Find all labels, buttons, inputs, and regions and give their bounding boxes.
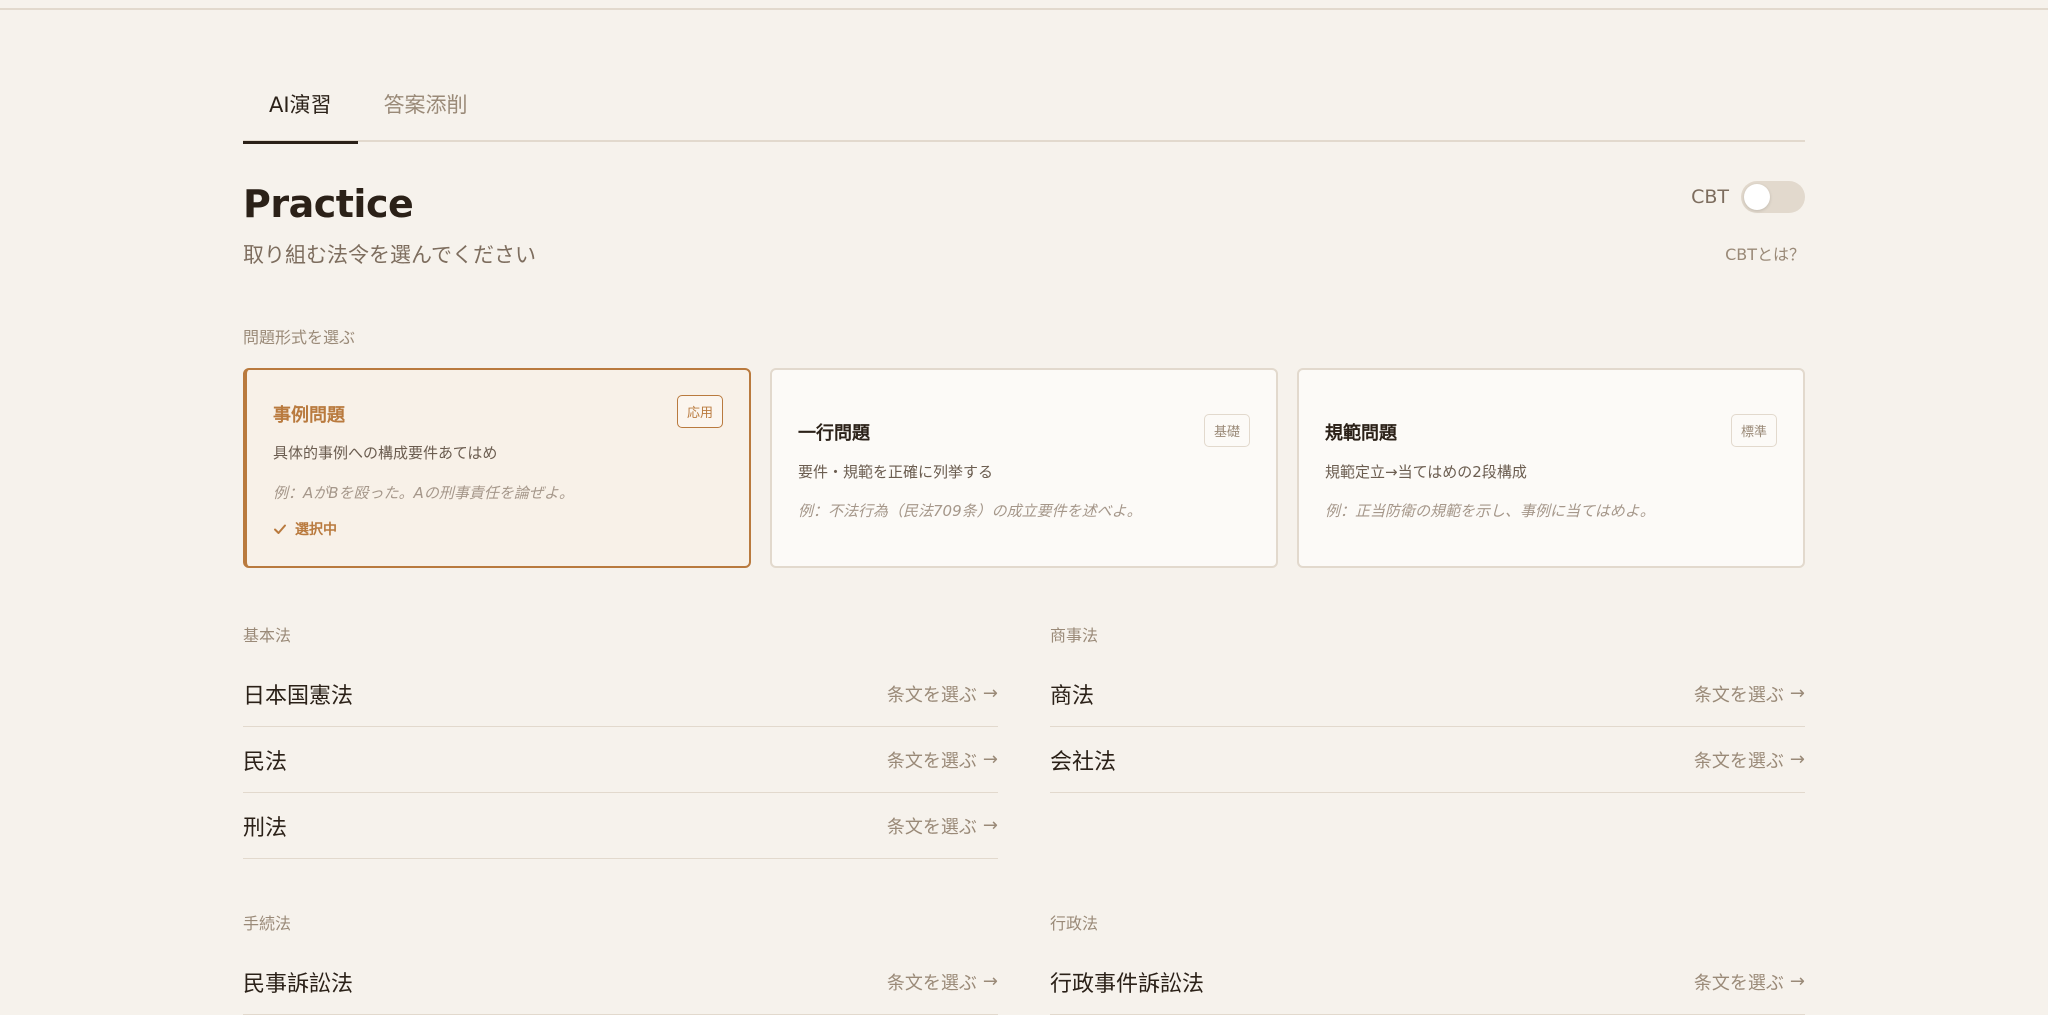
- arrow-right-icon: →: [982, 683, 998, 704]
- page-title: Practice: [243, 182, 414, 226]
- select-article-link[interactable]: 条文を選ぶ →: [887, 813, 998, 839]
- law-list-commercial: 商法 条文を選ぶ → 会社法 条文を選ぶ →: [1050, 661, 1805, 793]
- format-card-one-line[interactable]: 一行問題 基礎 要件・規範を正確に列挙する 例：不法行為（民法709条）の成立要…: [770, 368, 1278, 568]
- law-row[interactable]: 行政事件訴訟法 条文を選ぶ →: [1050, 949, 1805, 1015]
- cbt-label: CBT: [1691, 186, 1729, 208]
- difficulty-badge: 応用: [676, 395, 723, 428]
- difficulty-badge: 標準: [1730, 414, 1777, 447]
- action-label: 条文を選ぶ: [886, 972, 977, 994]
- arrow-right-icon: →: [1789, 749, 1805, 770]
- law-name: 行政事件訴訟法: [1050, 971, 1205, 997]
- action-label: 条文を選ぶ: [886, 816, 977, 838]
- card-title: 規範問題: [1325, 423, 1397, 444]
- card-description: 具体的事例への構成要件あてはめ: [273, 444, 498, 462]
- law-group-label: 基本法: [243, 626, 292, 645]
- arrow-right-icon: →: [1789, 683, 1805, 704]
- select-article-link[interactable]: 条文を選ぶ →: [887, 747, 998, 773]
- law-list-basic: 日本国憲法 条文を選ぶ → 民法 条文を選ぶ → 刑法 条文を選ぶ →: [243, 661, 998, 859]
- law-row[interactable]: 刑法 条文を選ぶ →: [243, 793, 998, 859]
- law-row[interactable]: 民法 条文を選ぶ →: [243, 727, 998, 793]
- tab-ai-practice[interactable]: AI演習: [243, 72, 358, 144]
- format-section-label: 問題形式を選ぶ: [243, 328, 356, 347]
- action-label: 条文を選ぶ: [1693, 972, 1784, 994]
- select-article-link[interactable]: 条文を選ぶ →: [1694, 747, 1805, 773]
- selected-indicator: 選択中: [273, 519, 337, 539]
- cbt-toggle[interactable]: [1741, 181, 1805, 213]
- law-row[interactable]: 民事訴訟法 条文を選ぶ →: [243, 949, 998, 1015]
- law-name: 商法: [1050, 683, 1095, 709]
- law-group-label: 手続法: [243, 914, 292, 933]
- card-example: 例：不法行為（民法709条）の成立要件を述べよ。: [798, 502, 1142, 520]
- tab-label: 答案添削: [383, 93, 468, 117]
- card-example: 例：AがBを殴った。Aの刑事責任を論ぜよ。: [273, 484, 574, 502]
- law-name: 刑法: [243, 815, 288, 841]
- law-group-label: 商事法: [1050, 626, 1099, 645]
- format-card-case[interactable]: 事例問題 応用 具体的事例への構成要件あてはめ 例：AがBを殴った。Aの刑事責任…: [243, 368, 751, 568]
- law-name: 日本国憲法: [243, 683, 354, 709]
- check-icon: [274, 524, 286, 534]
- card-description: 規範定立→当てはめの2段構成: [1325, 463, 1527, 481]
- law-list-procedure: 民事訴訟法 条文を選ぶ →: [243, 949, 998, 1015]
- arrow-right-icon: →: [982, 749, 998, 770]
- action-label: 条文を選ぶ: [1693, 684, 1784, 706]
- law-row[interactable]: 会社法 条文を選ぶ →: [1050, 727, 1805, 793]
- main-container: AI演習 答案添削 Practice 取り組む法令を選んでください CBT CB…: [243, 0, 1805, 1015]
- select-article-link[interactable]: 条文を選ぶ →: [1694, 681, 1805, 707]
- card-example: 例：正当防衛の規範を示し、事例に当てはめよ。: [1325, 502, 1655, 520]
- action-label: 条文を選ぶ: [1693, 750, 1784, 772]
- arrow-right-icon: →: [1789, 971, 1805, 992]
- card-title: 事例問題: [273, 405, 345, 426]
- card-title: 一行問題: [798, 423, 870, 444]
- law-name: 民事訴訟法: [243, 971, 354, 997]
- select-article-link[interactable]: 条文を選ぶ →: [1694, 969, 1805, 995]
- law-list-administrative: 行政事件訴訟法 条文を選ぶ →: [1050, 949, 1805, 1015]
- law-group-label: 行政法: [1050, 914, 1099, 933]
- action-label: 条文を選ぶ: [886, 750, 977, 772]
- law-row[interactable]: 商法 条文を選ぶ →: [1050, 661, 1805, 727]
- tab-answer-review[interactable]: 答案添削: [358, 72, 494, 136]
- card-description: 要件・規範を正確に列挙する: [798, 463, 994, 481]
- tab-label: AI演習: [269, 93, 332, 117]
- format-card-norm[interactable]: 規範問題 標準 規範定立→当てはめの2段構成 例：正当防衛の規範を示し、事例に当…: [1297, 368, 1805, 568]
- select-article-link[interactable]: 条文を選ぶ →: [887, 969, 998, 995]
- toggle-knob: [1744, 184, 1770, 210]
- difficulty-badge: 基礎: [1203, 414, 1250, 447]
- select-article-link[interactable]: 条文を選ぶ →: [887, 681, 998, 707]
- arrow-right-icon: →: [982, 815, 998, 836]
- law-name: 民法: [243, 749, 288, 775]
- law-row[interactable]: 日本国憲法 条文を選ぶ →: [243, 661, 998, 727]
- action-label: 条文を選ぶ: [886, 684, 977, 706]
- page-subtitle: 取り組む法令を選んでください: [243, 243, 536, 267]
- selected-label: 選択中: [295, 522, 337, 538]
- law-name: 会社法: [1050, 749, 1117, 775]
- cbt-toggle-group: CBT: [1691, 181, 1805, 213]
- arrow-right-icon: →: [982, 971, 998, 992]
- tab-bar: AI演習 答案添削: [243, 78, 1805, 144]
- cbt-help-link[interactable]: CBTとは？: [1725, 241, 1805, 265]
